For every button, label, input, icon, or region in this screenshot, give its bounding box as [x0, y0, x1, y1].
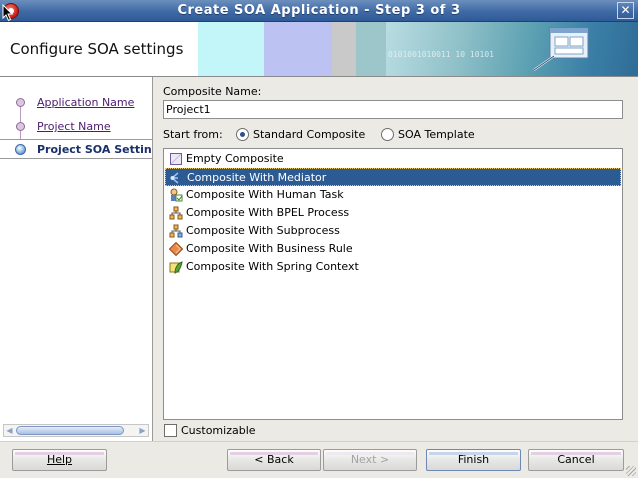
window-title-bar: Create SOA Application - Step 3 of 3 ✕	[0, 0, 638, 22]
scroll-right-icon[interactable]: ▶	[138, 426, 147, 436]
step-done-icon	[16, 98, 25, 107]
header-color-band	[198, 22, 264, 76]
list-item-composite-with-bpel-process[interactable]: Composite With BPEL Process	[165, 204, 621, 222]
soa-template-label[interactable]: SOA Template	[398, 128, 475, 141]
footer-divider	[0, 441, 638, 442]
composite-name-label: Composite Name:	[163, 85, 262, 98]
composite-template-list[interactable]: Empty Composite Composite With Mediator …	[163, 148, 623, 420]
cancel-button[interactable]: Cancel	[528, 449, 624, 471]
list-item-label: Composite With BPEL Process	[186, 206, 350, 219]
composite-name-input[interactable]	[163, 100, 623, 119]
next-button: Next >	[323, 449, 417, 471]
header-color-band	[332, 22, 356, 76]
header-color-band	[356, 22, 386, 76]
nav-horizontal-scrollbar[interactable]: ◀ ▶	[3, 424, 149, 437]
mediator-icon	[170, 172, 179, 184]
bpel-process-icon	[169, 206, 183, 220]
wizard-window-illustration-icon	[533, 27, 589, 71]
window-title: Create SOA Application - Step 3 of 3	[177, 3, 461, 18]
scroll-left-icon[interactable]: ◀	[5, 426, 14, 436]
human-task-icon	[170, 188, 183, 202]
start-from-label: Start from:	[163, 128, 223, 141]
nav-step-application-name[interactable]: Application Name	[0, 93, 152, 113]
back-button[interactable]: < Back	[227, 449, 321, 471]
list-item-composite-with-spring-context[interactable]: Composite With Spring Context	[165, 258, 621, 276]
header-binary-decoration: 0101001010011 10 10101	[388, 50, 494, 59]
header-color-band	[264, 22, 332, 76]
business-rule-icon	[169, 242, 183, 256]
empty-composite-icon	[170, 153, 182, 165]
step-done-icon	[16, 122, 25, 131]
list-item-empty-composite[interactable]: Empty Composite	[165, 150, 621, 168]
spring-context-icon	[169, 261, 183, 274]
cancel-button-label: Cancel	[557, 453, 595, 466]
close-icon[interactable]: ✕	[617, 2, 634, 19]
finish-button-label: Finish	[457, 453, 490, 466]
nav-step-project-soa-settings[interactable]: Project SOA Settings	[0, 139, 152, 159]
list-item-label: Composite With Subprocess	[186, 224, 340, 237]
step-current-icon	[15, 144, 26, 155]
list-item-composite-with-business-rule[interactable]: Composite With Business Rule	[165, 240, 621, 258]
standard-composite-label[interactable]: Standard Composite	[253, 128, 365, 141]
list-item-composite-with-subprocess[interactable]: Composite With Subprocess	[165, 222, 621, 240]
page-title: Configure SOA settings	[10, 40, 184, 58]
list-item-label: Composite With Business Rule	[186, 242, 353, 255]
header-color-band	[386, 22, 638, 76]
nav-step-label[interactable]: Project Name	[37, 120, 111, 133]
list-item-label: Composite With Spring Context	[186, 260, 359, 273]
nav-step-label[interactable]: Application Name	[37, 96, 134, 109]
list-item-composite-with-mediator[interactable]: Composite With Mediator	[165, 168, 621, 186]
nav-step-project-name[interactable]: Project Name	[0, 117, 152, 137]
back-button-label: < Back	[254, 453, 294, 466]
subprocess-icon	[169, 224, 183, 238]
customizable-checkbox[interactable]	[164, 424, 177, 437]
next-button-label: Next >	[350, 453, 390, 466]
help-button-label: Help	[46, 453, 73, 466]
wizard-step-navigation: Application Name Project Name Project SO…	[0, 77, 153, 441]
finish-button[interactable]: Finish	[426, 449, 521, 471]
standard-composite-radio[interactable]	[236, 128, 249, 141]
customizable-label[interactable]: Customizable	[181, 424, 256, 437]
list-item-label: Empty Composite	[186, 152, 284, 165]
help-button[interactable]: Help	[12, 449, 107, 471]
soa-template-radio[interactable]	[381, 128, 394, 141]
list-item-label: Composite With Mediator	[187, 171, 327, 184]
list-item-composite-with-human-task[interactable]: Composite With Human Task	[165, 186, 621, 204]
scrollbar-thumb[interactable]	[16, 426, 124, 435]
nav-step-label: Project SOA Settings	[37, 143, 152, 156]
resize-grip-icon[interactable]	[626, 466, 636, 476]
list-item-label: Composite With Human Task	[186, 188, 344, 201]
wizard-header: 0101001010011 10 10101 Configure SOA set…	[0, 22, 638, 76]
